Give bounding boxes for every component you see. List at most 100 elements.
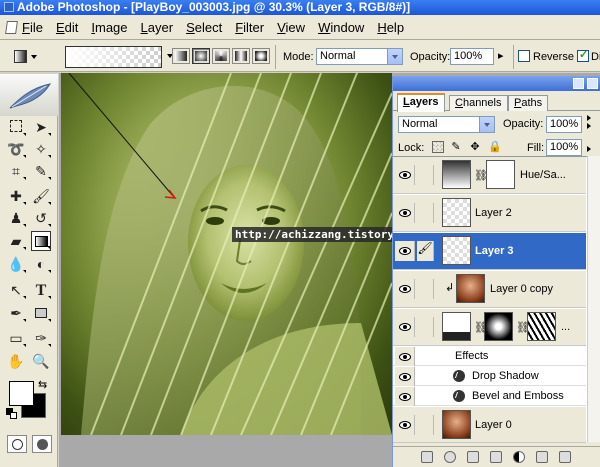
rectangle-tool-icon[interactable] [31, 303, 51, 323]
opacity-input[interactable]: 100% [450, 48, 494, 65]
blur-tool-icon[interactable]: 💧 [6, 254, 26, 274]
new-adjustment-layer-icon[interactable] [513, 451, 525, 463]
visibility-eye-icon[interactable] [395, 203, 415, 223]
visibility-eye-icon[interactable] [395, 279, 415, 299]
minimize-icon[interactable] [573, 78, 584, 89]
clone-stamp-tool-icon[interactable]: ♟ [6, 208, 26, 228]
layer-row-hue-saturation[interactable]: ⛓ Hue/Sa... [393, 157, 586, 194]
reflected-gradient-button[interactable] [232, 48, 250, 64]
vector-mask-thumbnail[interactable] [527, 312, 556, 341]
visibility-eye-icon[interactable] [395, 367, 415, 386]
add-mask-icon[interactable] [467, 451, 479, 463]
reverse-checkbox[interactable] [518, 50, 530, 62]
path-selection-tool-icon[interactable]: ↖ [6, 280, 26, 300]
magic-wand-tool-icon[interactable]: ✧ [31, 139, 51, 159]
layers-panel-titlebar[interactable] [393, 76, 600, 91]
tab-paths[interactable]: Paths [508, 95, 549, 111]
visibility-eye-icon[interactable] [395, 387, 415, 406]
mode-select[interactable]: Normal [316, 48, 403, 65]
eyedropper-tool-icon[interactable]: ✑ [31, 328, 51, 348]
visibility-eye-icon[interactable] [395, 165, 415, 185]
diamond-gradient-button[interactable] [252, 48, 270, 64]
lock-position-icon[interactable]: ✥ [469, 141, 481, 153]
layer-row-masked[interactable]: ⛓ ⛓ ... [393, 309, 586, 346]
layer-row-layer-0[interactable]: Layer 0 [393, 407, 586, 443]
lock-pixels-icon[interactable]: ✎ [450, 141, 462, 153]
document-menu-icon[interactable] [6, 20, 16, 34]
layer-link-cell[interactable] [417, 279, 434, 299]
effect-row-bevel-emboss[interactable]: Bevel and Emboss [393, 387, 586, 406]
brush-edit-icon[interactable]: 🖌 [417, 241, 434, 261]
gradient-tool-icon[interactable] [31, 231, 51, 251]
quick-mask-mode-button[interactable] [32, 435, 52, 453]
new-layer-icon[interactable] [536, 451, 548, 463]
trash-icon[interactable] [559, 451, 571, 463]
pen-tool-icon[interactable]: ✒ [6, 303, 26, 323]
opacity-dropdown-icon[interactable]: ▸ [498, 49, 504, 62]
linear-gradient-button[interactable] [172, 48, 190, 64]
menu-image[interactable]: Image [91, 20, 127, 35]
menu-view[interactable]: View [277, 20, 305, 35]
brush-tool-icon[interactable]: 🖌 [31, 186, 51, 206]
link-layers-icon[interactable] [421, 451, 433, 463]
visibility-eye-icon[interactable] [395, 415, 415, 435]
marquee-tool-icon[interactable] [6, 117, 26, 137]
chevron-right-icon[interactable] [587, 123, 591, 129]
foreground-color-swatch[interactable] [9, 381, 34, 406]
layer-row-layer-2[interactable]: Layer 2 [393, 195, 586, 232]
notes-tool-icon[interactable]: ▭ [6, 328, 26, 348]
menu-window[interactable]: Window [318, 20, 364, 35]
document-canvas[interactable] [61, 73, 392, 435]
chevron-right-icon[interactable] [587, 146, 591, 152]
layer-link-cell[interactable] [417, 165, 434, 185]
slice-tool-icon[interactable]: ✎ [31, 161, 51, 181]
menu-select[interactable]: Select [186, 20, 222, 35]
window-title-bar[interactable]: Adobe Photoshop - [PlayBoy_003003.jpg @ … [0, 0, 600, 15]
lock-all-icon[interactable]: 🔒 [488, 141, 502, 153]
blend-mode-select[interactable]: Normal [398, 116, 495, 133]
menu-filter[interactable]: Filter [235, 20, 264, 35]
panel-menu-icon[interactable] [587, 112, 597, 122]
visibility-eye-icon[interactable] [395, 317, 415, 337]
layer-row-layer-0-copy[interactable]: ↲ Layer 0 copy [393, 271, 586, 308]
effect-row-drop-shadow[interactable]: Drop Shadow [393, 367, 586, 386]
visibility-eye-icon[interactable] [395, 241, 415, 261]
new-group-icon[interactable] [490, 451, 502, 463]
dodge-tool-icon[interactable]: ◐ [31, 254, 51, 274]
zoom-tool-icon[interactable]: 🔍 [31, 351, 51, 371]
menu-layer[interactable]: Layer [141, 20, 174, 35]
type-tool-icon[interactable]: T [31, 280, 51, 300]
move-tool-icon[interactable]: ➤ [31, 117, 51, 137]
add-layer-style-icon[interactable] [444, 451, 456, 463]
gradient-picker[interactable] [65, 46, 173, 68]
chevron-down-icon[interactable] [479, 117, 494, 132]
layers-scrollbar[interactable] [587, 156, 600, 442]
radial-gradient-button[interactable] [192, 48, 210, 64]
dither-checkbox[interactable]: ✓ [577, 49, 589, 62]
tab-channels[interactable]: Channels [449, 95, 508, 111]
menu-help[interactable]: Help [377, 20, 404, 35]
menu-edit[interactable]: Edit [56, 20, 78, 35]
standard-mode-button[interactable] [7, 435, 27, 453]
crop-tool-icon[interactable]: ⌗ [6, 161, 26, 181]
hand-tool-icon[interactable]: ✋ [6, 351, 26, 371]
tab-layers[interactable]: Layers [397, 93, 445, 112]
menu-file[interactable]: File [22, 20, 43, 35]
close-icon[interactable] [587, 78, 598, 89]
effects-row[interactable]: Effects [393, 347, 586, 366]
layer-row-layer-3[interactable]: 🖌 Layer 3 [393, 233, 586, 270]
healing-brush-tool-icon[interactable]: ✚ [6, 186, 26, 206]
history-brush-tool-icon[interactable]: ↺ [31, 208, 51, 228]
layer-mask-thumbnail[interactable] [484, 312, 513, 341]
layer-opacity-input[interactable]: 100% [546, 116, 591, 133]
visibility-eye-icon[interactable] [395, 347, 415, 366]
tool-preset-picker[interactable] [12, 49, 38, 65]
angle-gradient-button[interactable] [212, 48, 230, 64]
layer-mask-thumbnail[interactable] [486, 160, 515, 189]
eraser-tool-icon[interactable]: ▰ [6, 231, 26, 251]
default-colors-icon[interactable] [6, 408, 18, 420]
chevron-down-icon[interactable] [387, 49, 402, 64]
layer-link-cell[interactable] [417, 415, 434, 435]
lasso-tool-icon[interactable]: ➰ [6, 139, 26, 159]
layer-link-cell[interactable] [417, 317, 434, 337]
